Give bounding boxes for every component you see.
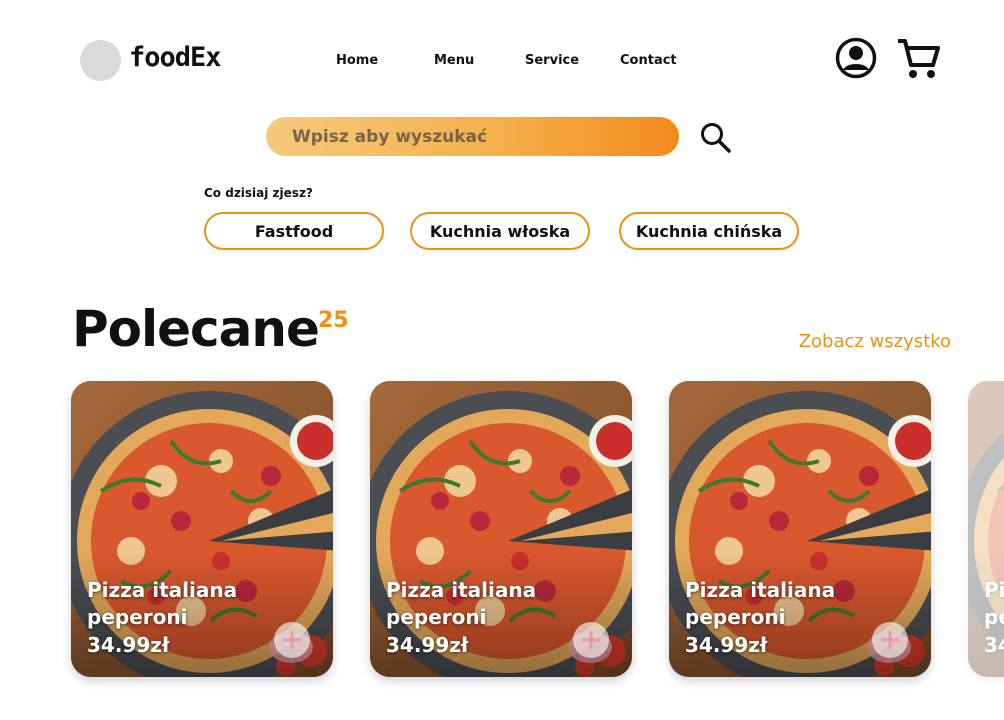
- brand-name[interactable]: foodEx: [129, 42, 222, 73]
- search-icon[interactable]: [699, 121, 731, 153]
- page: foodEx Home Menu Service Contact Co dzis…: [0, 0, 1004, 720]
- cart-icon[interactable]: [896, 36, 942, 80]
- product-price: 34.99zł: [386, 633, 469, 657]
- nav-service[interactable]: Service: [525, 53, 579, 68]
- plus-icon: [283, 631, 301, 649]
- add-to-cart-button[interactable]: [573, 622, 609, 658]
- add-to-cart-button[interactable]: [872, 622, 908, 658]
- categories-label: Co dzisiaj zjesz?: [204, 186, 313, 200]
- plus-icon: [582, 631, 600, 649]
- category-chip-fastfood[interactable]: Fastfood: [204, 212, 384, 250]
- product-card[interactable]: Pizza italiana peperoni 34.99zł: [968, 381, 1004, 677]
- product-card[interactable]: Pizza italiana peperoni 34.99zł: [370, 381, 632, 677]
- product-name: Pizza italiana peperoni: [685, 578, 836, 629]
- category-chip-italian[interactable]: Kuchnia włoska: [410, 212, 590, 250]
- product-name: Pizza italiana peperoni: [386, 578, 537, 629]
- plus-icon: [881, 631, 899, 649]
- product-price: 34.99zł: [685, 633, 768, 657]
- product-price: 34.99zł: [87, 633, 170, 657]
- add-to-cart-button[interactable]: [274, 622, 310, 658]
- nav-home[interactable]: Home: [336, 53, 378, 68]
- logo-icon[interactable]: [80, 40, 121, 81]
- section-count-badge: 25: [318, 308, 349, 333]
- nav-menu[interactable]: Menu: [434, 53, 474, 68]
- section-title: Polecane: [72, 300, 320, 358]
- account-icon[interactable]: [835, 37, 877, 79]
- product-name: Pizza italiana peperoni: [984, 578, 1004, 629]
- product-price: 34.99zł: [984, 633, 1004, 657]
- see-all-link[interactable]: Zobacz wszystko: [799, 331, 951, 352]
- product-name: Pizza italiana peperoni: [87, 578, 238, 629]
- nav-contact[interactable]: Contact: [620, 53, 677, 68]
- search-input[interactable]: [266, 117, 679, 156]
- product-card[interactable]: Pizza italiana peperoni 34.99zł: [71, 381, 333, 677]
- product-card[interactable]: Pizza italiana peperoni 34.99zł: [669, 381, 931, 677]
- category-chip-chinese[interactable]: Kuchnia chińska: [619, 212, 799, 250]
